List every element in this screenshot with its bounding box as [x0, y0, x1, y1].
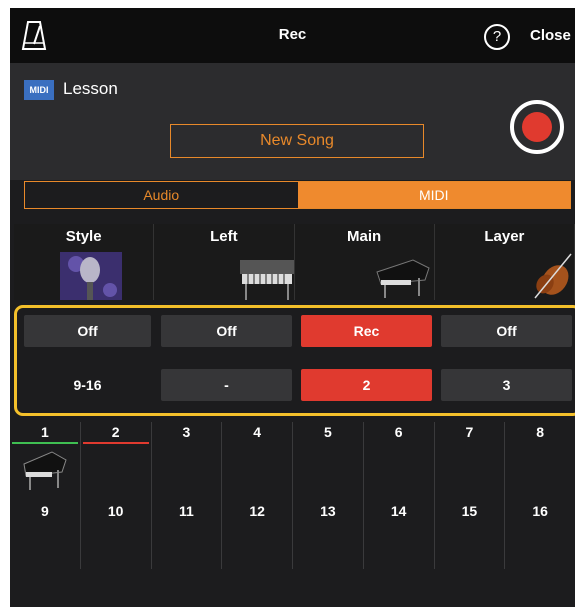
rec-toggle-left[interactable]: Off: [161, 315, 292, 347]
rec-toggle-main[interactable]: Rec: [301, 315, 432, 347]
channel-number: 7: [465, 424, 474, 440]
channel-active-bar: [12, 442, 78, 444]
rec-toggle-style[interactable]: Off: [24, 315, 151, 347]
channel-number: 8: [536, 424, 545, 440]
record-button[interactable]: [510, 100, 564, 154]
new-song-button[interactable]: New Song: [170, 124, 424, 158]
channel-number: 3: [182, 424, 191, 440]
channel-number: 14: [390, 503, 407, 519]
song-panel: MIDI Lesson New Song: [10, 63, 575, 180]
channel-cell[interactable]: 10: [79, 501, 151, 569]
channel-row-1: 1 2 3 4 5 6 7 8: [10, 422, 575, 501]
midi-badge: MIDI: [24, 80, 54, 100]
channel-active-bar: [82, 442, 149, 444]
rec-toggle-layer[interactable]: Off: [441, 315, 572, 347]
channel-number: 9: [40, 503, 49, 519]
channel-cell[interactable]: 15: [433, 501, 505, 569]
part-label: Left: [210, 228, 238, 245]
grand-piano-image: [375, 259, 430, 298]
bottom-area: [10, 569, 575, 607]
channel-cell[interactable]: 4: [221, 422, 292, 501]
channel-cell[interactable]: 12: [221, 501, 292, 569]
channel-number: 16: [532, 503, 548, 519]
close-button[interactable]: Close: [530, 27, 571, 44]
channel-cell[interactable]: 7: [433, 422, 505, 501]
channel-number: 15: [461, 503, 478, 519]
mode-selector: Audio MIDI: [24, 181, 571, 209]
keyboard-image: [240, 260, 294, 300]
top-bar: Rec ? Close: [10, 8, 575, 63]
part-left[interactable]: Left: [154, 224, 295, 300]
channel-cell[interactable]: 3: [150, 422, 222, 501]
violin-image: [534, 253, 572, 299]
channel-number: 12: [249, 503, 265, 519]
channel-cell[interactable]: 2: [79, 422, 151, 501]
part-layer[interactable]: Layer: [434, 224, 575, 300]
tab-midi[interactable]: MIDI: [297, 182, 570, 208]
channel-number: 4: [253, 424, 262, 440]
part-style[interactable]: Style: [14, 224, 155, 300]
channel-cell[interactable]: 6: [362, 422, 434, 501]
tab-audio[interactable]: Audio: [25, 182, 298, 208]
channel-cell[interactable]: 9: [10, 501, 80, 569]
help-icon[interactable]: ?: [484, 24, 510, 50]
channel-number: 1: [40, 424, 49, 440]
channel-number: 10: [107, 503, 124, 519]
channel-row-2: 9 10 11 12 13 14 15 16: [10, 501, 575, 569]
grand-piano-icon: [23, 451, 67, 490]
part-label: Main: [347, 228, 382, 245]
channel-select-main[interactable]: 2: [301, 369, 432, 401]
channel-cell[interactable]: 5: [292, 422, 363, 501]
channel-number: 13: [320, 503, 336, 519]
channel-cell[interactable]: 1: [10, 422, 80, 501]
record-icon: [522, 112, 552, 142]
channel-select-layer[interactable]: 3: [441, 369, 572, 401]
channel-cell[interactable]: 13: [292, 501, 363, 569]
channel-cell[interactable]: 8: [504, 422, 575, 501]
part-label: Layer: [484, 228, 525, 245]
channel-number: 5: [323, 424, 332, 440]
channel-cell[interactable]: 11: [150, 501, 222, 569]
part-selector: Style Left Main Layer: [14, 224, 575, 300]
song-name: Lesson: [63, 79, 118, 98]
channel-number: 2: [111, 424, 120, 440]
part-label: Style: [65, 228, 102, 245]
channel-number: 6: [394, 424, 403, 440]
part-main[interactable]: Main: [294, 224, 435, 300]
channel-select-left[interactable]: -: [161, 369, 292, 401]
channel-cell[interactable]: 14: [362, 501, 434, 569]
rec-screen: Rec ? Close MIDI Lesson New Song Audio M…: [10, 8, 575, 607]
channel-number: 11: [178, 503, 194, 519]
style-channel-range: 9-16: [73, 377, 102, 393]
microphone-image: [60, 252, 122, 300]
channel-cell[interactable]: 16: [504, 501, 575, 569]
